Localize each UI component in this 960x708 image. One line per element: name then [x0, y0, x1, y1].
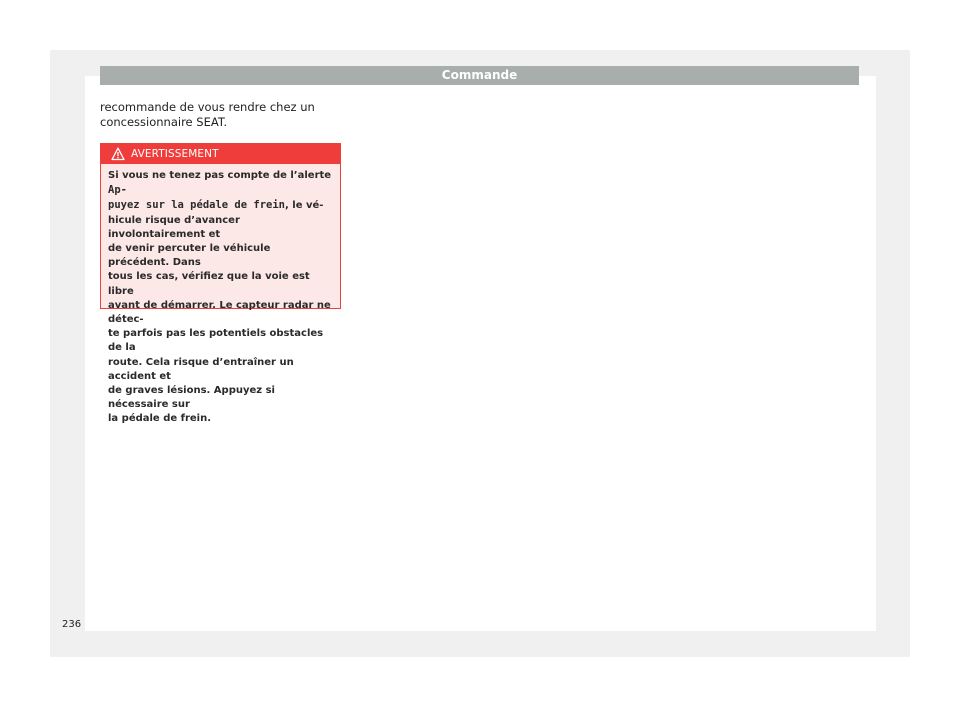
warning-text: Si vous ne tenez pas compte de l’alerte … [101, 164, 340, 427]
section-title: Commande [441, 68, 518, 82]
warning-line: tous les cas, vérifiez que la voie est l… [108, 271, 310, 297]
warning-line: te parfois pas les potentiels obstacles … [108, 328, 324, 354]
intro-text: recommande de vous rendre chez un conces… [100, 100, 340, 129]
warning-box: AVERTISSEMENT Si vous ne tenez pas compt… [100, 143, 341, 424]
warning-line: puyez sur la pédale de frein, le vé- [108, 199, 324, 212]
warning-line: Si vous ne tenez pas compte de l’alerte … [108, 170, 332, 197]
warning-line: de graves lésions. Appuyez si nécessaire… [108, 385, 275, 411]
warning-header: AVERTISSEMENT [101, 144, 340, 164]
warning-line: route. Cela risque d’entraîner un accide… [108, 356, 294, 382]
section-header: Commande [100, 66, 859, 85]
page-number: 236 [62, 619, 82, 630]
warning-line: hicule risque d’avancer involontairement… [108, 214, 240, 240]
warning-line: de venir percuter le véhicule précédent.… [108, 243, 271, 269]
warning-line: avant de démarrer. Le capteur radar ne d… [108, 299, 331, 326]
intro-line: recommande de vous rendre chez un [100, 100, 315, 114]
warning-title: AVERTISSEMENT [131, 148, 219, 160]
warning-line: la pédale de frein. [108, 413, 212, 425]
warning-triangle-icon [111, 147, 125, 161]
intro-line: concessionnaire SEAT. [100, 114, 228, 129]
